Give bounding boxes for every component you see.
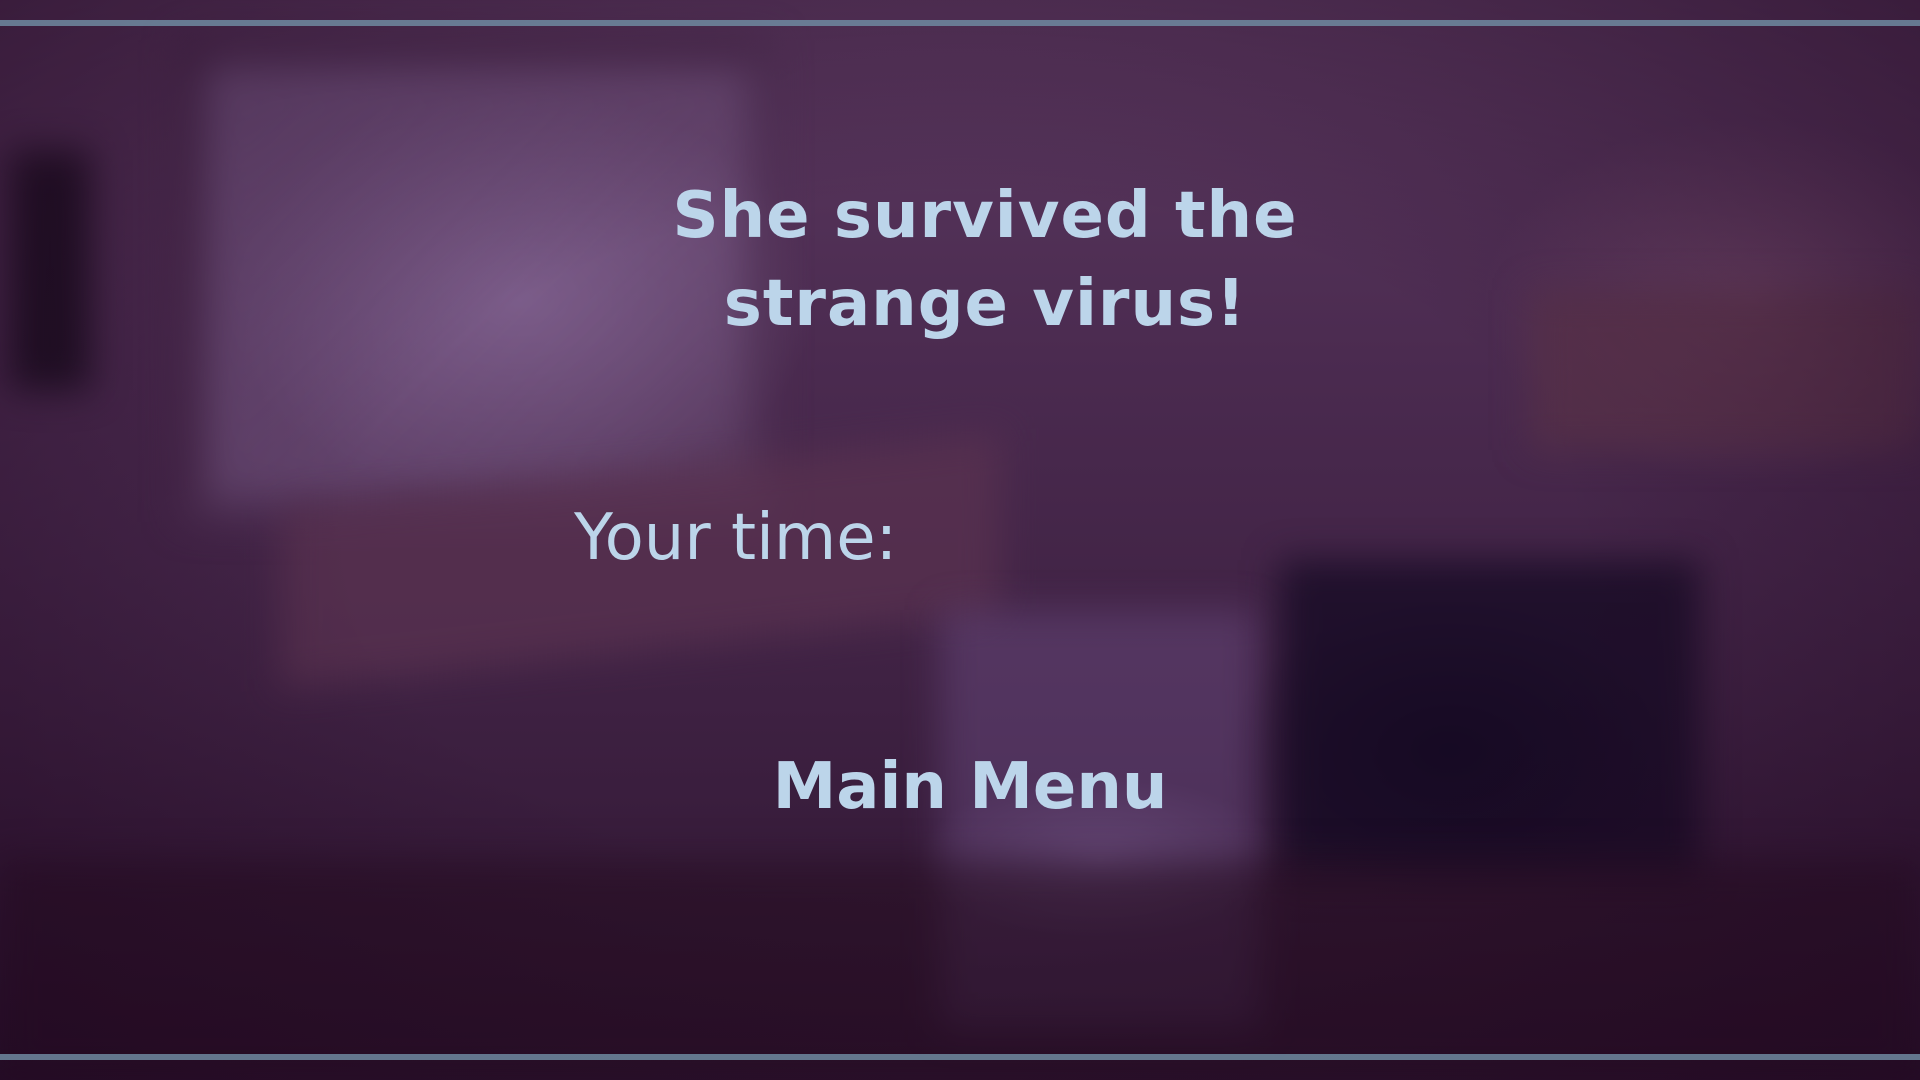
game-end-screen: She survived the strange virus! Your tim…: [0, 0, 1920, 1080]
end-title: She survived the strange virus!: [672, 179, 1298, 341]
top-frame-bar: [0, 20, 1920, 26]
main-menu-button[interactable]: Main Menu: [760, 742, 1180, 832]
time-label: Your time:: [574, 501, 898, 575]
vignette-overlay: [0, 0, 1920, 1080]
bottom-frame-bar: [0, 1054, 1920, 1060]
